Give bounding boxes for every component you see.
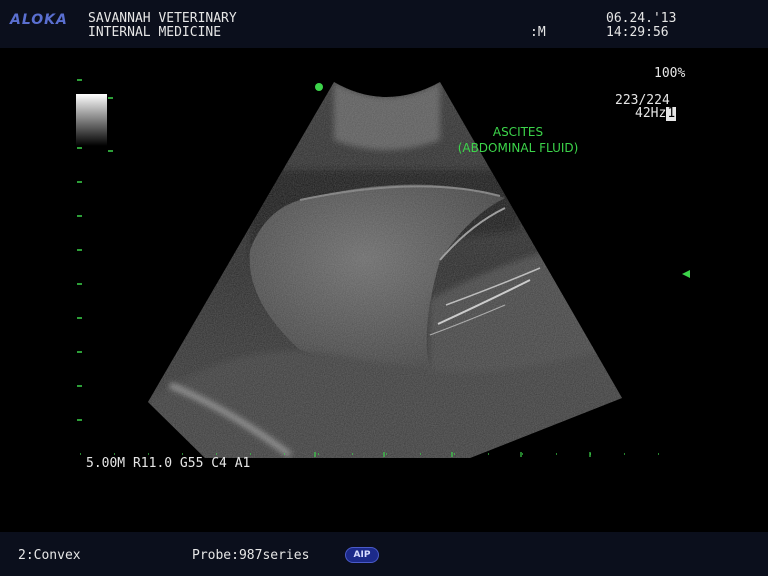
frame-rate-suffix: 1 <box>666 106 677 121</box>
clinic-name-line1: SAVANNAH VETERINARY <box>88 11 237 26</box>
annotation-line1: ASCITES <box>492 125 544 139</box>
ascites-annotation: ASCITES (ABDOMINAL FLUID) <box>446 124 590 156</box>
aip-badge: AIP <box>345 547 379 563</box>
exam-time: 14:29:56 <box>606 25 669 40</box>
clinic-name-line2: INTERNAL MEDICINE <box>88 25 222 40</box>
transducer-type: 2:Convex <box>18 548 81 563</box>
probe-model: Probe:987series <box>192 548 310 563</box>
frame-rate-value: 42Hz <box>635 106 667 121</box>
zoom-level: 100% <box>654 66 686 81</box>
annotation-line2: (ABDOMINAL FLUID) <box>457 141 579 155</box>
gray-scale-bar <box>76 94 107 146</box>
ultrasound-scan-image <box>77 79 690 458</box>
orientation-dot-icon <box>315 83 323 91</box>
mode-marker: :M <box>530 25 546 40</box>
brand-logo: ALOKA <box>10 12 68 28</box>
exam-date: 06.24.'13 <box>606 11 677 26</box>
frame-rate: 42Hz1 <box>635 106 677 121</box>
imaging-parameters: 5.00M R11.0 G55 C4 A1 <box>86 456 251 471</box>
focus-marker-icon <box>682 270 690 278</box>
